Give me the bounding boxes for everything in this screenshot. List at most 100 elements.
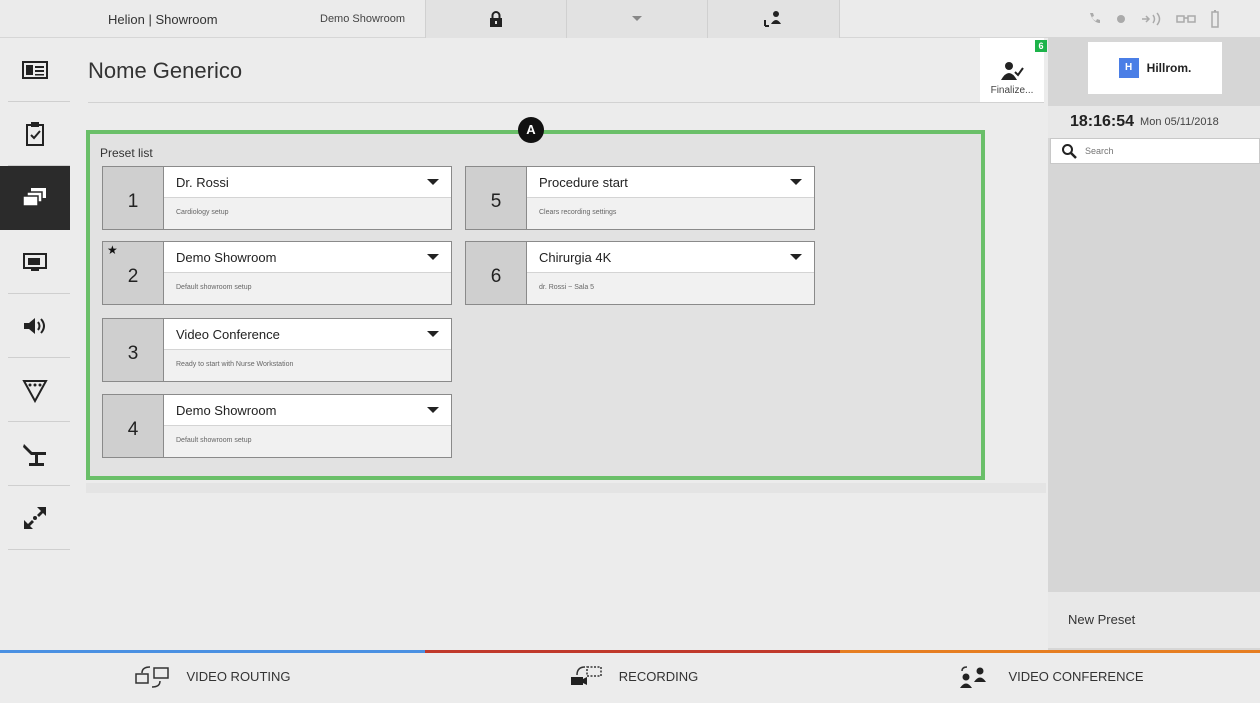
caret-down-icon: [427, 331, 439, 337]
sidebar-item-presets[interactable]: [0, 166, 70, 230]
broadcast-icon: [1142, 12, 1161, 26]
tab-video-routing[interactable]: VIDEO ROUTING: [0, 650, 425, 703]
video-routing-icon: [135, 665, 170, 688]
id-card-icon: [22, 61, 48, 79]
app-title-text: Helion | Showroom: [108, 11, 218, 27]
preset-name-dropdown[interactable]: Dr. Rossi: [164, 167, 451, 198]
status-icons: [1048, 0, 1260, 38]
dropdown-button[interactable]: [566, 0, 707, 38]
finalize-button[interactable]: Finalize... 6: [980, 38, 1047, 102]
preset-number: 4: [103, 395, 164, 457]
video-conference-icon: [960, 665, 987, 688]
battery-icon: [1211, 10, 1219, 28]
page-title: Nome Generico: [88, 58, 243, 83]
preset-name: Dr. Rossi: [176, 175, 229, 190]
tab-video-conference[interactable]: VIDEO CONFERENCE: [840, 650, 1260, 703]
clipboard-check-icon: [26, 122, 44, 146]
clock: 18:16:54 Mon 05/11/2018: [1048, 106, 1260, 138]
preset-description: Default showroom setup: [164, 273, 451, 304]
hillrom-logo-text: Hillrom.: [1146, 61, 1192, 75]
sidebar-item-audio[interactable]: [0, 294, 70, 358]
preset-item[interactable]: 2 ★ Demo Showroom Default showroom setup: [102, 241, 452, 305]
preset-name: Procedure start: [539, 175, 628, 190]
recording-icon: [570, 665, 602, 685]
preset-name-dropdown[interactable]: Chirurgia 4K: [527, 242, 814, 273]
left-sidebar: [0, 38, 70, 650]
chevron-down-icon: [632, 16, 642, 21]
bottom-bar: VIDEO ROUTING RECORDING VIDEO CONFERENCE: [0, 650, 1260, 703]
preset-description: Ready to start with Nurse Workstation: [164, 350, 451, 381]
finalize-label: Finalize...: [990, 85, 1034, 96]
tab-accent-bar: [0, 650, 425, 653]
preset-name-dropdown[interactable]: Procedure start: [527, 167, 814, 198]
preset-item[interactable]: 5 Procedure start Clears recording setti…: [465, 166, 815, 230]
preset-description: Cardiology setup: [164, 198, 451, 229]
caret-down-icon: [790, 254, 802, 260]
preset-item[interactable]: 1 Dr. Rossi Cardiology setup: [102, 166, 452, 230]
sidebar-item-checklist[interactable]: [0, 102, 70, 166]
pan-tilt-icon: [24, 507, 46, 529]
panel-shadow: [86, 483, 1046, 493]
glasses-icon: [1176, 15, 1196, 23]
room-name: Demo Showroom: [320, 13, 405, 25]
caret-down-icon: [427, 179, 439, 185]
tab-accent-bar: [840, 650, 1260, 653]
preset-number: 1: [103, 167, 164, 229]
preset-item[interactable]: 4 Demo Showroom Default showroom setup: [102, 394, 452, 458]
finalize-count-badge: 6: [1035, 40, 1047, 52]
sidebar-item-cameras[interactable]: [0, 486, 70, 550]
record-dot-icon: [1117, 15, 1125, 23]
user-check-icon: [1001, 62, 1024, 80]
lock-button[interactable]: [425, 0, 566, 38]
tab-accent-bar: [425, 650, 840, 653]
preset-name: Video Conference: [176, 327, 280, 342]
operating-table-icon: [23, 444, 46, 466]
caret-down-icon: [427, 407, 439, 413]
preset-name: Demo Showroom: [176, 403, 277, 418]
preset-item[interactable]: 3 Video Conference Ready to start with N…: [102, 318, 452, 382]
caret-down-icon: [427, 254, 439, 260]
hillrom-logo: H Hillrom.: [1088, 42, 1222, 94]
transfer-button[interactable]: [707, 0, 840, 38]
preset-name: Demo Showroom: [176, 250, 277, 265]
preset-number: 6: [466, 242, 527, 304]
speaker-icon: [24, 318, 45, 334]
preset-name-dropdown[interactable]: Video Conference: [164, 319, 451, 350]
search-box[interactable]: [1050, 138, 1260, 164]
user-transfer-icon: [763, 11, 781, 27]
monitor-icon: [23, 253, 47, 271]
new-preset-button[interactable]: New Preset: [1048, 592, 1260, 648]
preset-item[interactable]: 6 Chirurgia 4K dr. Rossi ~ Sala 5: [465, 241, 815, 305]
hillrom-logo-mark: H: [1118, 58, 1139, 78]
preset-number: 5: [466, 167, 527, 229]
search-icon: [1062, 144, 1077, 159]
room-selector[interactable]: Demo Showroom: [300, 0, 425, 38]
preset-description: Default showroom setup: [164, 426, 451, 457]
callout-marker: A: [518, 117, 544, 143]
tab-label: VIDEO CONFERENCE: [1008, 669, 1144, 684]
preset-name-dropdown[interactable]: Demo Showroom: [164, 242, 451, 273]
sidebar-item-lights[interactable]: [0, 358, 70, 422]
phone-icon: [1090, 13, 1100, 23]
caret-down-icon: [790, 179, 802, 185]
preset-description: Clears recording settings: [527, 198, 814, 229]
clock-date: Mon 05/11/2018: [1140, 116, 1219, 128]
preset-number: 3: [103, 319, 164, 381]
surgical-light-icon: [22, 380, 48, 403]
preset-list-label: Preset list: [100, 146, 153, 160]
sidebar-item-patient[interactable]: [0, 38, 70, 102]
preset-name-dropdown[interactable]: Demo Showroom: [164, 395, 451, 426]
app-title: Helion | Showroom: [108, 0, 238, 38]
search-input[interactable]: [1085, 146, 1245, 156]
clock-time: 18:16:54: [1070, 113, 1135, 130]
lock-icon: [490, 11, 502, 27]
top-bar: Helion | Showroom Demo Showroom: [0, 0, 1260, 38]
sidebar-item-displays[interactable]: [0, 230, 70, 294]
sidebar-item-table[interactable]: [0, 422, 70, 486]
preset-description: dr. Rossi ~ Sala 5: [527, 273, 814, 304]
preset-name: Chirurgia 4K: [539, 250, 612, 265]
star-icon: ★: [107, 243, 118, 257]
title-divider: [88, 102, 1044, 103]
tab-label: VIDEO ROUTING: [186, 669, 291, 684]
tab-recording[interactable]: RECORDING: [425, 650, 840, 703]
